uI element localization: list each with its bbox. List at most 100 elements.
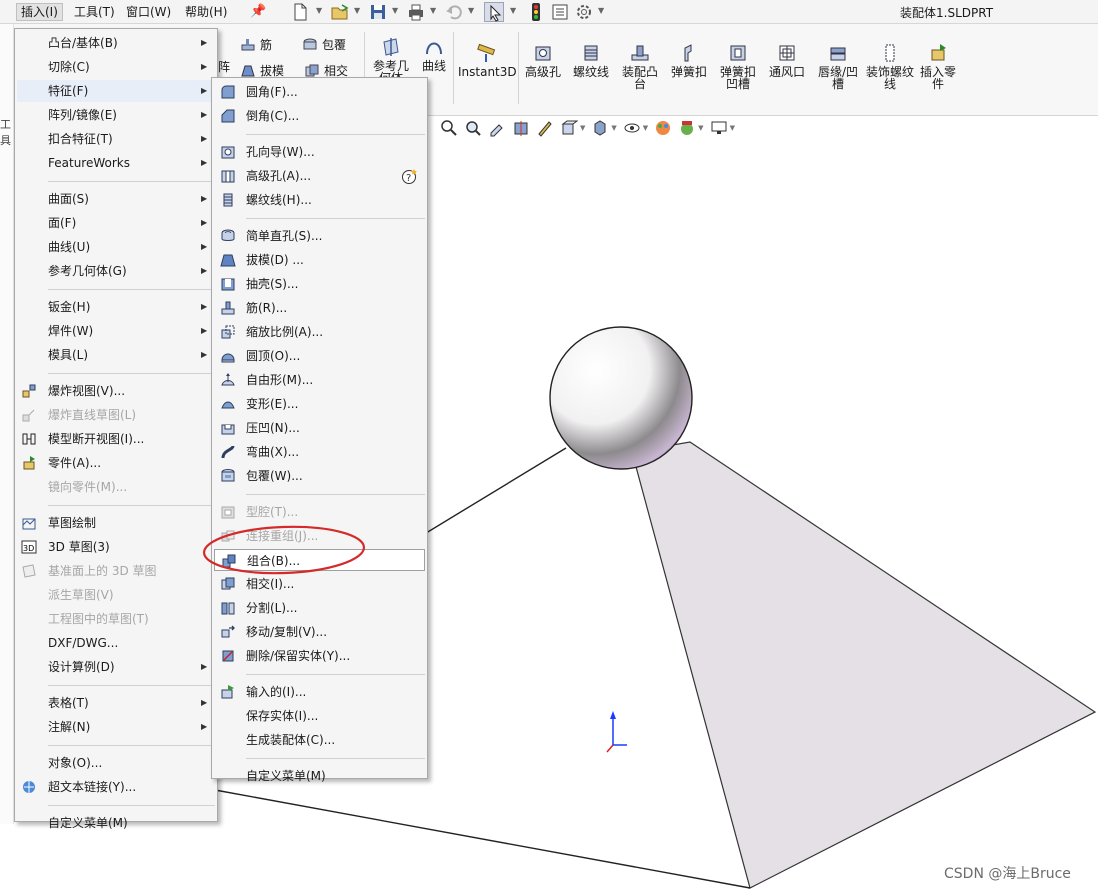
insert-menu-item[interactable]: DXF/DWG...: [15, 632, 217, 654]
features-menu-item[interactable]: 简单直孔(S)...: [212, 225, 427, 247]
edit-appearance-icon[interactable]: [654, 119, 672, 137]
dynamic-annotation-icon[interactable]: [536, 119, 554, 137]
features-menu-item[interactable]: 孔向导(W)...: [212, 141, 427, 163]
menu-insert[interactable]: 插入(I): [16, 3, 63, 21]
features-menu-item[interactable]: 压凹(N)...: [212, 417, 427, 439]
insert-menu-item[interactable]: 设计算例(D) ▶: [15, 656, 217, 678]
insert-menu-item[interactable]: 自定义菜单(M): [15, 812, 217, 834]
chevron-down-icon[interactable]: ▼: [316, 6, 322, 15]
insert-menu-item[interactable]: 参考几何体(G) ▶: [15, 260, 217, 282]
features-menu-item[interactable]: 抽壳(S)...: [212, 273, 427, 295]
gear-icon[interactable]: [574, 2, 594, 22]
features-menu-item[interactable]: 螺纹线(H)...: [212, 189, 427, 211]
features-menu-item[interactable]: 缩放比例(A)...: [212, 321, 427, 343]
wrap-partial[interactable]: 包覆: [302, 36, 346, 53]
hide-show-items-icon[interactable]: [623, 119, 641, 137]
instant3d-button[interactable]: Instant3D: [458, 42, 517, 78]
menu-help[interactable]: 帮助(H): [181, 3, 231, 21]
features-menu-item[interactable]: 圆角(F)...: [212, 81, 427, 103]
pin-icon[interactable]: 📌: [250, 4, 266, 19]
apply-scene-icon[interactable]: [678, 119, 696, 137]
features-menu-item[interactable]: 变形(E)...: [212, 393, 427, 415]
vent-button[interactable]: 通风口: [766, 42, 808, 78]
view-orientation-icon[interactable]: [560, 119, 578, 137]
insert-menu-item[interactable]: 模型断开视图(I)...: [15, 428, 217, 450]
features-menu-item[interactable]: 保存实体(I)...: [212, 705, 427, 727]
mounting-boss-button[interactable]: 装配凸台: [618, 42, 662, 90]
traffic-light-icon[interactable]: [526, 2, 546, 22]
zoom-to-fit-icon[interactable]: [440, 119, 458, 137]
rib-partial[interactable]: 筋: [240, 36, 272, 53]
chevron-down-icon[interactable]: ▼: [392, 6, 398, 15]
features-menu-item[interactable]: 弯曲(X)...: [212, 441, 427, 463]
features-menu-item[interactable]: 高级孔(A)...?: [212, 165, 427, 187]
curves-button[interactable]: 曲线: [418, 36, 450, 72]
open-icon[interactable]: [330, 2, 350, 22]
advanced-hole-button[interactable]: 高级孔: [522, 42, 564, 78]
features-menu-item[interactable]: 移动/复制(V)...: [212, 621, 427, 643]
chevron-down-icon[interactable]: ▼: [430, 6, 436, 15]
insert-menu-item[interactable]: 特征(F) ▶: [17, 80, 215, 102]
insert-menu-item[interactable]: 爆炸视图(V)...: [15, 380, 217, 402]
insert-menu-item[interactable]: 钣金(H) ▶: [15, 296, 217, 318]
insert-menu-item[interactable]: 超文本链接(Y)...: [15, 776, 217, 798]
insert-menu-item[interactable]: 注解(N) ▶: [15, 716, 217, 738]
features-menu-item[interactable]: 筋(R)...: [212, 297, 427, 319]
insert-menu-item[interactable]: 零件(A)...: [15, 452, 217, 474]
display-style-icon[interactable]: [591, 119, 609, 137]
zoom-area-icon[interactable]: [464, 119, 482, 137]
insert-menu-item[interactable]: 表格(T) ▶: [15, 692, 217, 714]
select-arrow-icon[interactable]: [484, 2, 504, 22]
insert-menu-item[interactable]: FeatureWorks ▶: [15, 152, 217, 174]
insert-part-button[interactable]: 插入零件: [916, 42, 960, 90]
chevron-down-icon[interactable]: ▼: [611, 124, 616, 132]
snap-hook-groove-button[interactable]: 弹簧扣凹槽: [716, 42, 760, 90]
section-view-icon[interactable]: [512, 119, 530, 137]
chevron-down-icon[interactable]: ▼: [698, 124, 703, 132]
view-settings-icon[interactable]: [710, 119, 728, 137]
file-properties-icon[interactable]: [550, 2, 570, 22]
insert-menu-item[interactable]: 曲线(U) ▶: [15, 236, 217, 258]
print-icon[interactable]: [406, 2, 426, 22]
chevron-down-icon[interactable]: ▼: [510, 6, 516, 15]
insert-menu-item[interactable]: 凸台/基体(B) ▶: [15, 32, 217, 54]
features-menu-item[interactable]: 分割(L)...: [212, 597, 427, 619]
pattern-partial[interactable]: 阵: [218, 58, 230, 75]
undo-icon[interactable]: [444, 2, 464, 22]
insert-menu-item[interactable]: 阵列/镜像(E) ▶: [15, 104, 217, 126]
features-menu-item[interactable]: 倒角(C)...: [212, 105, 427, 127]
snap-hook-button[interactable]: 弹簧扣: [668, 42, 710, 78]
new-document-icon[interactable]: [290, 2, 310, 22]
lip-groove-button[interactable]: 唇缘/凹槽: [814, 42, 862, 90]
features-menu-item[interactable]: 生成装配体(C)...: [212, 729, 427, 751]
features-menu-item[interactable]: 删除/保留实体(Y)...: [212, 645, 427, 667]
insert-menu-item[interactable]: 面(F) ▶: [15, 212, 217, 234]
help-icon[interactable]: ?: [401, 167, 419, 185]
chevron-down-icon[interactable]: ▼: [580, 124, 585, 132]
save-icon[interactable]: [368, 2, 388, 22]
insert-menu-item[interactable]: 草图绘制: [15, 512, 217, 534]
previous-view-icon[interactable]: [488, 119, 506, 137]
insert-menu-item[interactable]: 切除(C) ▶: [15, 56, 217, 78]
chevron-down-icon[interactable]: ▼: [468, 6, 474, 15]
insert-menu-item[interactable]: 3D 3D 草图(3): [15, 536, 217, 558]
insert-menu-item[interactable]: 曲面(S) ▶: [15, 188, 217, 210]
chevron-down-icon[interactable]: ▼: [643, 124, 648, 132]
menu-window[interactable]: 窗口(W): [122, 3, 175, 21]
insert-menu-item[interactable]: 模具(L) ▶: [15, 344, 217, 366]
features-menu-item[interactable]: 自由形(M)...: [212, 369, 427, 391]
insert-menu-item[interactable]: 焊件(W) ▶: [15, 320, 217, 342]
cosmetic-thread-button[interactable]: 装饰螺纹线: [866, 42, 914, 90]
chevron-down-icon[interactable]: ▼: [354, 6, 360, 15]
features-menu-item[interactable]: 输入的(I)...: [212, 681, 427, 703]
chevron-down-icon[interactable]: ▼: [730, 124, 735, 132]
features-menu-item[interactable]: 包覆(W)...: [212, 465, 427, 487]
menu-tools[interactable]: 工具(T): [70, 3, 119, 21]
features-menu-item[interactable]: 圆顶(O)...: [212, 345, 427, 367]
insert-menu-item[interactable]: 扣合特征(T) ▶: [15, 128, 217, 150]
chevron-down-icon[interactable]: ▼: [598, 6, 604, 15]
insert-menu-item[interactable]: 对象(O)...: [15, 752, 217, 774]
thread-button[interactable]: 螺纹线: [570, 42, 612, 78]
features-menu-item[interactable]: 自定义菜单(M): [212, 765, 427, 787]
features-menu-item[interactable]: 拔模(D) ...: [212, 249, 427, 271]
